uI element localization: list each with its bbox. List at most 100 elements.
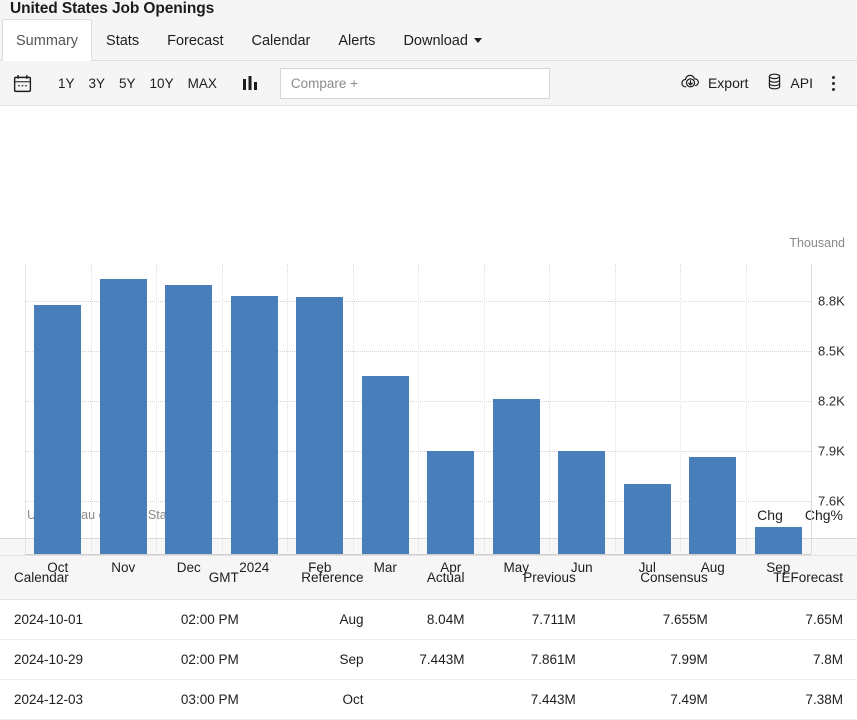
export-button[interactable]: Export [671, 69, 757, 98]
tab-stats[interactable]: Stats [92, 19, 153, 61]
cloud-download-icon [680, 73, 701, 94]
chart-bar[interactable] [624, 484, 671, 554]
chart-bar[interactable] [34, 305, 81, 554]
range-button-3y[interactable]: 3Y [82, 72, 113, 95]
table-cell: 7.655M [590, 600, 722, 640]
api-label: API [790, 75, 813, 91]
chart-x-tick-label: Nov [111, 560, 135, 575]
chart-x-tick-label: Jul [639, 560, 656, 575]
chart-vgridline [746, 264, 747, 554]
chart-x-tick-label: Dec [177, 560, 201, 575]
table-cell: 7.8M [722, 640, 857, 680]
chart-vgridline [353, 264, 354, 554]
chart-toolbar: 1Y 3Y 5Y 10Y MAX Compare + [0, 61, 857, 106]
tab-download[interactable]: Download [389, 19, 496, 61]
chart-x-tick-label: 2024 [239, 560, 269, 575]
chart-x-axis [25, 554, 811, 555]
table-body: 2024-10-0102:00 PMAug8.04M7.711M7.655M7.… [0, 600, 857, 720]
chart-bar[interactable] [231, 296, 278, 554]
app-root: United States Job Openings Summary Stats F… [0, 0, 857, 720]
tab-label: Summary [16, 33, 78, 49]
chart-bar[interactable] [165, 285, 212, 555]
table-cell: 7.99M [590, 640, 722, 680]
chart-x-tick-label: Sep [766, 560, 790, 575]
table-row[interactable]: 2024-10-0102:00 PMAug8.04M7.711M7.655M7.… [0, 600, 857, 640]
chart-y-tick-label: 8.5K [818, 343, 845, 358]
table-cell: 7.38M [722, 680, 857, 720]
kebab-menu-icon[interactable] [822, 71, 845, 96]
table-row[interactable]: 2024-10-2902:00 PMSep7.443M7.861M7.99M7.… [0, 640, 857, 680]
table-row[interactable]: 2024-12-0303:00 PMOct7.443M7.49M7.38M [0, 680, 857, 720]
tab-calendar[interactable]: Calendar [238, 19, 325, 61]
api-button[interactable]: API [757, 68, 822, 98]
table-cell: 7.711M [478, 600, 589, 640]
table-cell: 2024-10-01 [0, 600, 134, 640]
chart-vgridline [222, 264, 223, 554]
chart-bar[interactable] [493, 399, 540, 555]
table-cell: 7.443M [478, 680, 589, 720]
chart-unit-label: Thousand [789, 236, 845, 250]
chart-vgridline [418, 264, 419, 554]
table-cell: 2024-12-03 [0, 680, 134, 720]
range-button-10y[interactable]: 10Y [143, 72, 181, 95]
chart-plot [25, 264, 811, 554]
table-cell: 7.443M [378, 640, 479, 680]
tab-label: Alerts [338, 33, 375, 49]
export-label: Export [708, 75, 748, 91]
chart-panel: 1Y 3Y 5Y 10Y MAX Compare + [0, 61, 857, 539]
chart-bar[interactable] [558, 451, 605, 554]
toolbar-right-group: Export API [671, 68, 845, 98]
compare-input[interactable]: Compare + [280, 68, 550, 99]
calendar-table-panel: CalendarGMTReferenceActualPreviousConsen… [0, 555, 857, 720]
table-cell: 02:00 PM [134, 640, 253, 680]
table-cell: 8.04M [378, 600, 479, 640]
table-cell: 7.65M [722, 600, 857, 640]
chart-y-tick-label: 7.9K [818, 443, 845, 458]
chart-x-tick-label: May [503, 560, 529, 575]
table-cell: Sep [253, 640, 378, 680]
range-button-max[interactable]: MAX [181, 72, 224, 95]
chart-bar[interactable] [689, 457, 736, 554]
chart-bar[interactable] [296, 297, 343, 554]
tab-summary[interactable]: Summary [2, 19, 92, 61]
chart-vgridline [680, 264, 681, 554]
chart-x-tick-label: Mar [374, 560, 397, 575]
compare-placeholder: Compare + [291, 76, 358, 91]
range-button-5y[interactable]: 5Y [112, 72, 143, 95]
chart-bar[interactable] [100, 279, 147, 554]
tab-label: Download [403, 33, 468, 49]
chart-bar[interactable] [362, 376, 409, 554]
table-cell: Oct [253, 680, 378, 720]
chart-vgridline [156, 264, 157, 554]
chart-vgridline [91, 264, 92, 554]
tab-label: Stats [106, 33, 139, 49]
table-cell: 7.861M [478, 640, 589, 680]
chart-x-tick-label: Aug [701, 560, 725, 575]
table-cell: Aug [253, 600, 378, 640]
chevron-down-icon [474, 38, 482, 43]
tab-forecast[interactable]: Forecast [153, 19, 237, 61]
calendar-icon[interactable] [12, 73, 33, 94]
table-cell: 7.49M [590, 680, 722, 720]
chart-bar[interactable] [755, 527, 802, 554]
chart-y-axis-left [25, 264, 26, 554]
chart-x-tick-label: Jun [571, 560, 593, 575]
chart-y-axis [811, 264, 812, 554]
bar-chart-icon[interactable] [242, 74, 260, 92]
chart-vgridline [484, 264, 485, 554]
table-cell [378, 680, 479, 720]
chart-vgridline [549, 264, 550, 554]
range-button-1y[interactable]: 1Y [51, 72, 82, 95]
chart-y-tick-label: 8.8K [818, 293, 845, 308]
calendar-table: CalendarGMTReferenceActualPreviousConsen… [0, 556, 857, 720]
table-cell: 02:00 PM [134, 600, 253, 640]
chart-x-tick-label: Apr [440, 560, 461, 575]
tab-bar: Summary Stats Forecast Calendar Alerts Downlo… [0, 18, 857, 61]
title-bar: United States Job Openings [0, 0, 857, 18]
tab-label: Calendar [252, 33, 311, 49]
tab-alerts[interactable]: Alerts [324, 19, 389, 61]
tab-label: Forecast [167, 33, 223, 49]
chart-bar[interactable] [427, 451, 474, 555]
chart-y-tick-label: 7.6K [818, 493, 845, 508]
chart-x-tick-label: Oct [47, 560, 68, 575]
